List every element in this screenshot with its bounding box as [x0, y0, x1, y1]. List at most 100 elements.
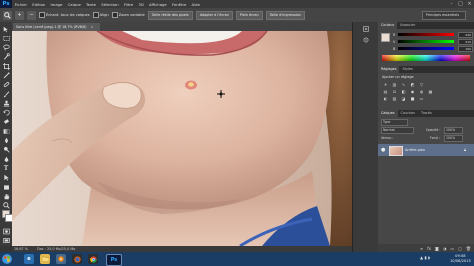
menu-affichage[interactable]: Affichage — [146, 2, 169, 7]
levels-icon[interactable]: ▥ — [391, 82, 398, 87]
color-spectrum-ramp[interactable] — [382, 55, 470, 61]
menu-fichier[interactable]: Fichier — [12, 2, 30, 7]
eyedropper-tool-icon[interactable] — [1, 71, 11, 79]
green-value[interactable]: 210 — [458, 38, 473, 45]
close-button[interactable]: × — [465, 0, 474, 8]
menu-fenetre[interactable]: Fenêtre — [169, 2, 189, 7]
scrubby-zoom-checkbox[interactable] — [111, 12, 118, 18]
menu-edition[interactable]: Edition — [30, 2, 48, 7]
invert-icon[interactable]: ◐ — [382, 96, 389, 101]
layer-filter-kind[interactable]: Type — [381, 119, 408, 126]
zoom-level[interactable]: 16,67 % — [14, 247, 28, 251]
green-slider[interactable]: V 210 — [393, 38, 473, 45]
workspace-select[interactable]: Principes essentiels — [421, 11, 466, 20]
exposure-icon[interactable]: ◩ — [409, 82, 416, 87]
history-brush-tool-icon[interactable] — [1, 109, 11, 117]
screen-mode-icon[interactable] — [1, 236, 11, 244]
tab-styles[interactable]: Styles — [399, 66, 415, 73]
fill-screen-button[interactable]: Plein écran — [235, 10, 263, 20]
marquee-tool-icon[interactable] — [1, 34, 11, 42]
channel-mixer-icon[interactable]: ◍ — [418, 89, 425, 94]
document-canvas[interactable] — [12, 31, 352, 246]
hand-tool-icon[interactable] — [1, 192, 11, 200]
brightness-contrast-icon[interactable]: ☀ — [382, 82, 389, 87]
actual-pixels-button[interactable]: Taille réelle des pixels — [147, 10, 193, 20]
layer-visibility-eye-icon[interactable]: ● — [381, 147, 385, 153]
zoom-out-icon[interactable]: − — [27, 10, 36, 20]
gradient-map-icon[interactable]: ▭ — [418, 96, 425, 101]
brush-tool-icon[interactable] — [1, 90, 11, 98]
new-layer-icon[interactable]: ▢ — [458, 246, 462, 251]
blur-tool-icon[interactable] — [1, 137, 11, 145]
type-tool-icon[interactable]: T — [1, 164, 11, 172]
menu-image[interactable]: Image — [48, 2, 65, 7]
gradient-tool-icon[interactable] — [1, 127, 11, 135]
zoom-tool-icon[interactable] — [1, 202, 11, 210]
zoom-in-icon[interactable]: + — [15, 10, 24, 20]
red-slider[interactable]: R 240 — [393, 31, 473, 38]
close-tab-icon[interactable]: × — [91, 25, 94, 29]
fit-screen-button[interactable]: Adapter à l'écran — [195, 10, 233, 20]
threshold-icon[interactable]: ◪ — [400, 96, 407, 101]
zoom-all-checkbox[interactable] — [92, 12, 99, 18]
red-ramp[interactable] — [398, 33, 454, 36]
pen-tool-icon[interactable] — [1, 155, 11, 163]
dodge-tool-icon[interactable] — [1, 146, 11, 154]
green-ramp[interactable] — [398, 40, 454, 43]
menu-filtre[interactable]: Filtre — [121, 2, 136, 7]
tab-reglages[interactable]: Réglages — [378, 66, 400, 73]
new-group-icon[interactable]: ▭ — [450, 246, 454, 251]
selective-color-icon[interactable]: ■ — [409, 96, 416, 101]
menu-aide[interactable]: Aide — [189, 2, 203, 7]
menu-texte[interactable]: Texte — [83, 2, 98, 7]
menu-3d[interactable]: 3D — [136, 2, 147, 7]
link-layers-icon[interactable]: ∞ — [420, 246, 423, 251]
eraser-tool-icon[interactable] — [1, 118, 11, 126]
layer-style-icon[interactable]: fx — [427, 246, 431, 251]
shape-tool-icon[interactable] — [1, 183, 11, 191]
resize-windows-checkbox[interactable] — [39, 12, 45, 18]
fill-value[interactable]: 100% — [444, 135, 463, 142]
color-lookup-icon[interactable]: ▦ — [427, 89, 434, 94]
tab-nuancier[interactable]: Nuancier — [397, 22, 418, 29]
move-tool-icon[interactable] — [1, 25, 11, 33]
blue-value[interactable]: 190 — [458, 45, 473, 52]
blue-ramp[interactable] — [398, 47, 454, 50]
quick-mask-icon[interactable] — [1, 227, 11, 235]
explorer-taskbar-icon[interactable] — [40, 254, 50, 264]
vibrance-icon[interactable]: ▽ — [418, 82, 425, 87]
firefox-taskbar-icon[interactable] — [72, 254, 82, 264]
tab-traces[interactable]: Tracés — [418, 110, 435, 117]
delete-layer-icon[interactable]: 🗑︎ — [466, 246, 471, 251]
zoom-tool-icon[interactable] — [3, 10, 12, 20]
menu-selection[interactable]: Sélection — [99, 2, 122, 7]
add-mask-icon[interactable]: ◙ — [435, 246, 439, 251]
tab-calques[interactable]: Calques — [378, 110, 398, 117]
color-balance-icon[interactable]: ⚖ — [391, 89, 398, 94]
document-tab[interactable]: Sans titre (carré jpeg)-1 @ 16,7% (RVB/8… — [13, 23, 100, 31]
maximize-button[interactable]: □ — [456, 0, 465, 8]
crop-tool-icon[interactable] — [1, 62, 11, 70]
chrome-taskbar-icon[interactable] — [88, 254, 98, 264]
print-size-button[interactable]: Taille d'impression — [265, 10, 305, 20]
start-button-icon[interactable] — [2, 254, 12, 264]
clone-stamp-tool-icon[interactable] — [1, 99, 11, 107]
posterize-icon[interactable]: ▨ — [391, 96, 398, 101]
path-selection-tool-icon[interactable] — [1, 174, 11, 182]
red-value[interactable]: 240 — [458, 31, 473, 38]
lasso-tool-icon[interactable] — [1, 44, 11, 52]
blue-slider[interactable]: B 190 — [393, 45, 473, 52]
photoshop-taskbar-icon[interactable]: Ps — [106, 254, 122, 266]
taskbar-clock[interactable]: 09:58 10/08/2013 — [450, 254, 471, 263]
layer-row-background[interactable]: ● Arrière-plan 🔒︎ — [378, 144, 474, 156]
tab-couches[interactable]: Couches — [398, 110, 418, 117]
ie-taskbar-icon[interactable]: e — [24, 254, 34, 264]
quick-selection-tool-icon[interactable] — [1, 53, 11, 61]
menu-calque[interactable]: Calque — [65, 2, 83, 7]
color-panel-foreground-swatch[interactable] — [381, 33, 390, 42]
curves-icon[interactable]: ∿ — [400, 82, 407, 87]
properties-panel-icon[interactable] — [362, 36, 370, 44]
photo-filter-icon[interactable]: ◉ — [409, 89, 416, 94]
new-adjustment-icon[interactable]: ◑ — [443, 246, 447, 251]
hue-saturation-icon[interactable]: ▤ — [382, 89, 389, 94]
